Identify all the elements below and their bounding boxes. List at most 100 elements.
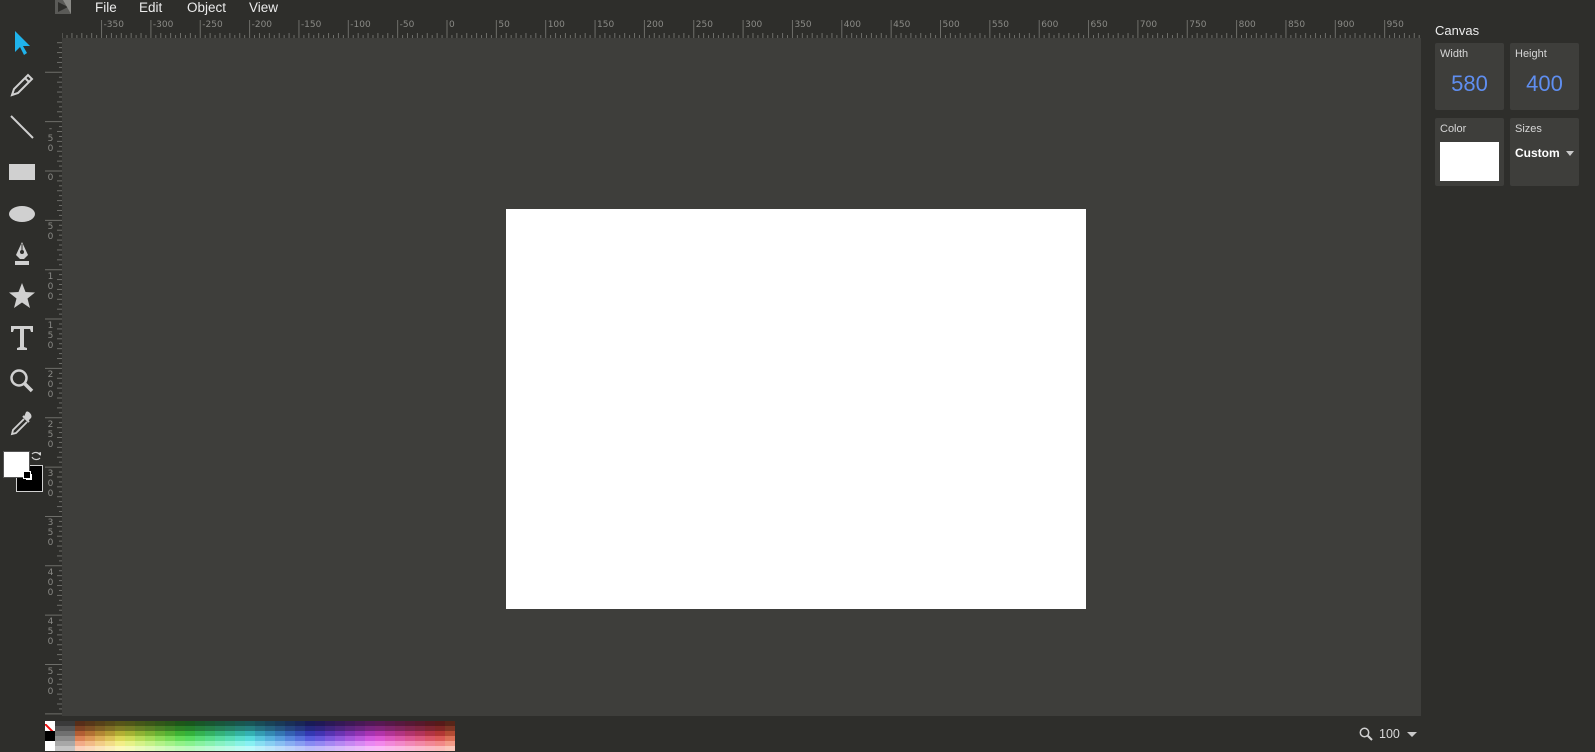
pen-nib-icon <box>15 242 29 265</box>
palette-swatch[interactable] <box>295 746 305 751</box>
ruler-vertical[interactable]: -50 0 50 100 150 200 250 300 350 400 450 500 <box>45 38 63 728</box>
ruler-label: 450 <box>47 617 54 648</box>
ruler-label: 550 <box>991 20 1010 30</box>
ruler-label: 400 <box>47 567 54 598</box>
palette-swatch[interactable] <box>155 746 165 751</box>
palette-swatch[interactable] <box>85 746 95 751</box>
default-colors-icon[interactable] <box>23 471 32 480</box>
text-tool[interactable] <box>4 320 40 356</box>
eyedropper-tool[interactable] <box>4 405 40 441</box>
palette-swatch[interactable] <box>325 746 335 751</box>
ruler-label: 900 <box>1337 20 1355 30</box>
palette-swatch[interactable] <box>55 746 75 751</box>
menu-object[interactable]: Object <box>187 0 226 15</box>
ruler-horizontal[interactable]: -350 -300 -250 -200 -150 -100 -50 0 50 100 150 200 2… <box>62 20 1421 39</box>
ruler-label: 500 <box>942 20 960 30</box>
ruler-label: 250 <box>47 419 54 450</box>
zoom-control[interactable]: 100 <box>1359 727 1417 741</box>
path-tool[interactable] <box>4 236 40 272</box>
palette-swatch[interactable] <box>285 746 295 751</box>
palette-swatch[interactable] <box>265 746 275 751</box>
palette-swatch[interactable] <box>375 746 385 751</box>
palette-swatch[interactable] <box>185 746 195 751</box>
workspace[interactable] <box>62 38 1421 716</box>
menu-view[interactable]: View <box>249 0 278 15</box>
palette-swatch[interactable] <box>135 746 145 751</box>
palette-swatch[interactable] <box>205 746 215 751</box>
ruler-label: -300 <box>152 20 174 30</box>
line-tool[interactable] <box>4 109 40 145</box>
canvas-color-swatch[interactable] <box>1440 142 1499 181</box>
menu-file[interactable]: File <box>95 0 117 15</box>
palette-swatch[interactable] <box>435 746 445 751</box>
ruler-label: -200 <box>251 20 273 30</box>
star-tool[interactable] <box>4 278 40 314</box>
palette-swatch[interactable] <box>355 746 365 751</box>
ruler-label: 700 <box>1139 20 1158 30</box>
ruler-label: -150 <box>300 20 322 30</box>
palette-swatch[interactable] <box>95 746 105 751</box>
ruler-label: -50 <box>47 123 54 154</box>
palette-swatch[interactable] <box>195 746 205 751</box>
palette-swatch[interactable] <box>245 746 255 751</box>
palette-swatch[interactable] <box>405 746 415 751</box>
ruler-label: 0 <box>449 20 455 30</box>
canvas-sizes-select[interactable]: Sizes Custom <box>1510 118 1579 186</box>
palette-swatch[interactable] <box>335 746 345 751</box>
sizes-label: Sizes <box>1515 123 1542 135</box>
pointer-arrow-icon <box>15 31 30 55</box>
zoom-value[interactable]: 100 <box>1379 727 1400 741</box>
swap-colors-icon[interactable] <box>30 449 42 461</box>
palette-swatch[interactable] <box>415 746 425 751</box>
no-color-swatch[interactable] <box>45 721 55 731</box>
palette-swatch[interactable] <box>385 746 395 751</box>
palette-swatch[interactable] <box>255 746 265 751</box>
palette-swatch[interactable] <box>425 746 435 751</box>
white-swatch[interactable] <box>45 741 55 751</box>
ellipse-tool[interactable] <box>4 196 40 232</box>
ruler-label: 350 <box>47 518 54 549</box>
canvas-artboard[interactable] <box>506 209 1086 609</box>
width-value[interactable]: 580 <box>1435 71 1504 97</box>
ruler-label: 450 <box>893 20 911 30</box>
chevron-down-icon[interactable] <box>1566 151 1574 156</box>
palette-swatch[interactable] <box>175 746 185 751</box>
height-label: Height <box>1515 48 1547 60</box>
palette-swatch[interactable] <box>105 746 115 751</box>
pencil-icon <box>10 73 34 97</box>
palette-swatch[interactable] <box>315 746 325 751</box>
canvas-color-field[interactable]: Color <box>1435 118 1504 186</box>
palette-swatch[interactable] <box>365 746 375 751</box>
color-palette[interactable] <box>45 721 461 751</box>
palette-swatch[interactable] <box>165 746 175 751</box>
palette-swatch[interactable] <box>225 746 235 751</box>
menu-bar: File Edit Object View <box>0 0 1400 20</box>
palette-swatch[interactable] <box>115 746 125 751</box>
eyedropper-icon <box>10 411 32 436</box>
palette-swatch[interactable] <box>145 746 155 751</box>
ruler-label: 50 <box>498 20 510 30</box>
palette-swatch[interactable] <box>445 746 455 751</box>
pencil-tool[interactable] <box>4 67 40 103</box>
menu-edit[interactable]: Edit <box>139 0 162 15</box>
logo-icon[interactable] <box>55 0 71 14</box>
palette-swatch[interactable] <box>215 746 225 751</box>
palette-swatch[interactable] <box>235 746 245 751</box>
palette-swatch[interactable] <box>75 746 85 751</box>
zoom-tool[interactable] <box>4 363 40 399</box>
canvas-width-field[interactable]: Width 580 <box>1435 43 1504 110</box>
palette-swatch[interactable] <box>125 746 135 751</box>
select-tool[interactable] <box>4 25 40 61</box>
black-swatch[interactable] <box>45 731 55 741</box>
rectangle-tool[interactable] <box>4 154 40 190</box>
sizes-value[interactable]: Custom <box>1515 146 1560 160</box>
palette-swatch[interactable] <box>345 746 355 751</box>
palette-swatch[interactable] <box>395 746 405 751</box>
palette-swatch[interactable] <box>305 746 315 751</box>
canvas-height-field[interactable]: Height 400 <box>1510 43 1579 110</box>
palette-swatch[interactable] <box>275 746 285 751</box>
ruler-label: 500 <box>47 666 54 697</box>
ruler-label: 200 <box>646 20 664 30</box>
height-value[interactable]: 400 <box>1510 71 1579 97</box>
chevron-down-icon[interactable] <box>1406 731 1417 737</box>
